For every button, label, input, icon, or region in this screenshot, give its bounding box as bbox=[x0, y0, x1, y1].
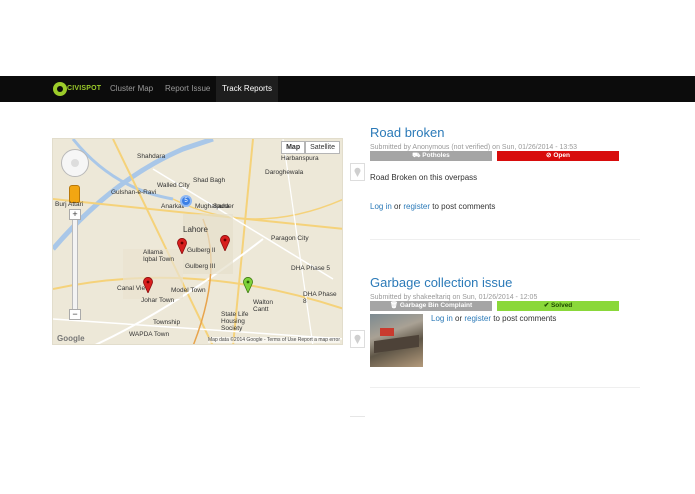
logo-icon bbox=[53, 82, 67, 96]
map-type-controls: Map Satellite bbox=[281, 141, 340, 154]
map-label: Harbanspura bbox=[281, 155, 319, 162]
map-label: Daroghewala bbox=[265, 169, 304, 176]
check-icon: ✔ bbox=[543, 302, 551, 309]
map-label: DHA Phase 8 bbox=[303, 291, 337, 305]
trash-icon: 🗑 bbox=[389, 302, 400, 309]
post-meta: Submitted by Anonymous (not verified) on… bbox=[370, 144, 578, 151]
map-type-satellite-button[interactable]: Satellite bbox=[305, 141, 340, 154]
map-label: Lahore bbox=[183, 225, 208, 234]
register-link[interactable]: register bbox=[403, 202, 430, 211]
logo-text: CIVISPOT bbox=[67, 85, 102, 92]
post-title[interactable]: Garbage collection issue bbox=[370, 275, 640, 290]
map-label: DHA Phase 5 bbox=[291, 265, 331, 272]
red-marker-icon[interactable] bbox=[220, 235, 230, 251]
zoom-in-button[interactable]: + bbox=[69, 209, 81, 220]
report-post: Road broken Submitted by Anonymous (not … bbox=[370, 125, 640, 211]
map-label: Paragon City bbox=[271, 235, 309, 242]
login-link[interactable]: Log in bbox=[370, 202, 392, 211]
map-label: Gulberg II bbox=[187, 247, 216, 254]
nav-report-issue[interactable]: Report Issue bbox=[159, 76, 216, 102]
map-label: Shad Bagh bbox=[193, 177, 226, 184]
car-icon: ⛟ bbox=[412, 152, 423, 159]
map-label: Model Town bbox=[171, 287, 206, 294]
category-badge: 🗑 Garbage Bin Complaint bbox=[370, 301, 492, 311]
map-footer[interactable]: Map data ©2014 Google - Terms of Use Rep… bbox=[208, 337, 340, 343]
nav-track-reports[interactable]: Track Reports bbox=[216, 76, 278, 102]
comment-links: Log in or register to post comments bbox=[370, 202, 496, 211]
map-label: State Life Housing Society bbox=[221, 311, 249, 332]
nav-cluster-map[interactable]: Cluster Map bbox=[104, 76, 159, 102]
post-content-row: Log in or register to post comments bbox=[370, 314, 640, 367]
map-type-map-button[interactable]: Map bbox=[281, 141, 306, 154]
map-label: WAPDA Town bbox=[129, 331, 170, 338]
map-label: Shahdara bbox=[137, 153, 166, 160]
post-meta: Submitted by shakeeltariq on Sun, 01/26/… bbox=[370, 294, 538, 301]
map-label: Walled City bbox=[157, 182, 190, 189]
zoom-out-button[interactable]: − bbox=[69, 309, 81, 320]
badge-row: ⛟ Potholes ⊘ Open bbox=[370, 151, 640, 161]
post-body: Road Broken on this overpass bbox=[370, 173, 478, 182]
register-link[interactable]: register bbox=[464, 314, 491, 323]
map-label: Allama Iqbal Town bbox=[143, 249, 174, 263]
comment-links: Log in or register to post comments bbox=[431, 314, 557, 323]
badge-row: 🗑 Garbage Bin Complaint ✔ Solved bbox=[370, 301, 640, 311]
report-photo[interactable] bbox=[370, 314, 423, 367]
divider bbox=[350, 416, 365, 417]
map-label: Burj Attari bbox=[55, 201, 84, 208]
status-badge: ✔ Solved bbox=[497, 301, 619, 311]
red-marker-icon[interactable] bbox=[143, 277, 153, 293]
red-marker-icon[interactable] bbox=[177, 238, 187, 254]
pan-control[interactable] bbox=[61, 149, 89, 177]
green-marker-icon[interactable] bbox=[243, 277, 253, 293]
map-label: Gulshan-e-Ravi bbox=[111, 189, 157, 196]
marker-cluster[interactable]: 5 bbox=[180, 195, 192, 207]
location-pin-icon[interactable] bbox=[350, 163, 365, 181]
map-label: Township bbox=[153, 319, 181, 326]
reports-map[interactable]: + − Map Satellite Shahdara Walled City S… bbox=[52, 138, 343, 345]
post-divider bbox=[370, 387, 640, 388]
google-logo: Google bbox=[57, 334, 85, 343]
category-badge: ⛟ Potholes bbox=[370, 151, 492, 161]
civispot-logo[interactable]: CIVISPOT bbox=[53, 80, 101, 98]
map-label: Sadder bbox=[213, 203, 234, 210]
location-pin-icon[interactable] bbox=[350, 330, 365, 348]
post-title[interactable]: Road broken bbox=[370, 125, 640, 140]
zoom-slider[interactable] bbox=[72, 209, 78, 317]
post-divider bbox=[370, 239, 640, 240]
map-label: Gulberg III bbox=[185, 263, 216, 270]
report-post: Garbage collection issue Submitted by sh… bbox=[370, 275, 640, 367]
status-badge: ⊘ Open bbox=[497, 151, 619, 161]
map-label: Johar Town bbox=[141, 297, 175, 304]
login-link[interactable]: Log in bbox=[431, 314, 453, 323]
